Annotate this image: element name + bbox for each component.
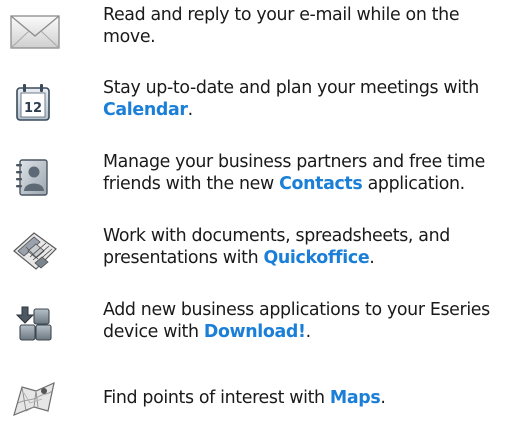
- download-icon: [8, 303, 64, 347]
- item-description: Find points of interest with Maps.: [103, 387, 509, 409]
- item-text-end: .: [305, 322, 312, 342]
- item-text: Stay up-to-date and plan your meetings w…: [103, 78, 479, 98]
- maps-icon: [8, 377, 64, 421]
- item-text: Read and reply to your e-mail while on t…: [103, 5, 460, 47]
- list-item-calendar: 12 Stay up-to-date and plan your meeting…: [0, 77, 515, 133]
- contacts-icon: [8, 155, 64, 199]
- item-text-end: .: [380, 388, 386, 408]
- item-text-end: application.: [362, 174, 466, 194]
- item-description: Work with documents, spreadsheets, and p…: [103, 225, 509, 269]
- item-text-end: .: [187, 100, 194, 120]
- envelope-icon: [8, 8, 64, 52]
- list-item-maps: Find points of interest with Maps.: [0, 373, 515, 429]
- feature-list: Read and reply to your e-mail while on t…: [0, 0, 515, 429]
- item-description: Manage your business partners and free t…: [103, 151, 509, 195]
- item-text-end: .: [369, 248, 375, 268]
- contacts-link[interactable]: Contacts: [279, 174, 363, 194]
- maps-link[interactable]: Maps: [330, 388, 381, 408]
- list-item-download: Add new business applications to your Es…: [0, 299, 515, 355]
- list-item-quickoffice: Work with documents, spreadsheets, and p…: [0, 225, 515, 281]
- item-description: Add new business applications to your Es…: [103, 299, 509, 343]
- list-item-contacts: Manage your business partners and free t…: [0, 151, 515, 207]
- quickoffice-icon: [8, 229, 64, 273]
- item-text: Find points of interest with: [103, 388, 330, 408]
- item-description: Stay up-to-date and plan your meetings w…: [103, 77, 509, 121]
- download-link[interactable]: Download!: [204, 322, 306, 342]
- calendar-icon: 12: [8, 81, 64, 125]
- item-description: Read and reply to your e-mail while on t…: [103, 4, 509, 48]
- calendar-link[interactable]: Calendar: [103, 100, 188, 120]
- quickoffice-link[interactable]: Quickoffice: [263, 248, 369, 268]
- list-item-email: Read and reply to your e-mail while on t…: [0, 4, 515, 60]
- calendar-day-label: 12: [24, 101, 42, 116]
